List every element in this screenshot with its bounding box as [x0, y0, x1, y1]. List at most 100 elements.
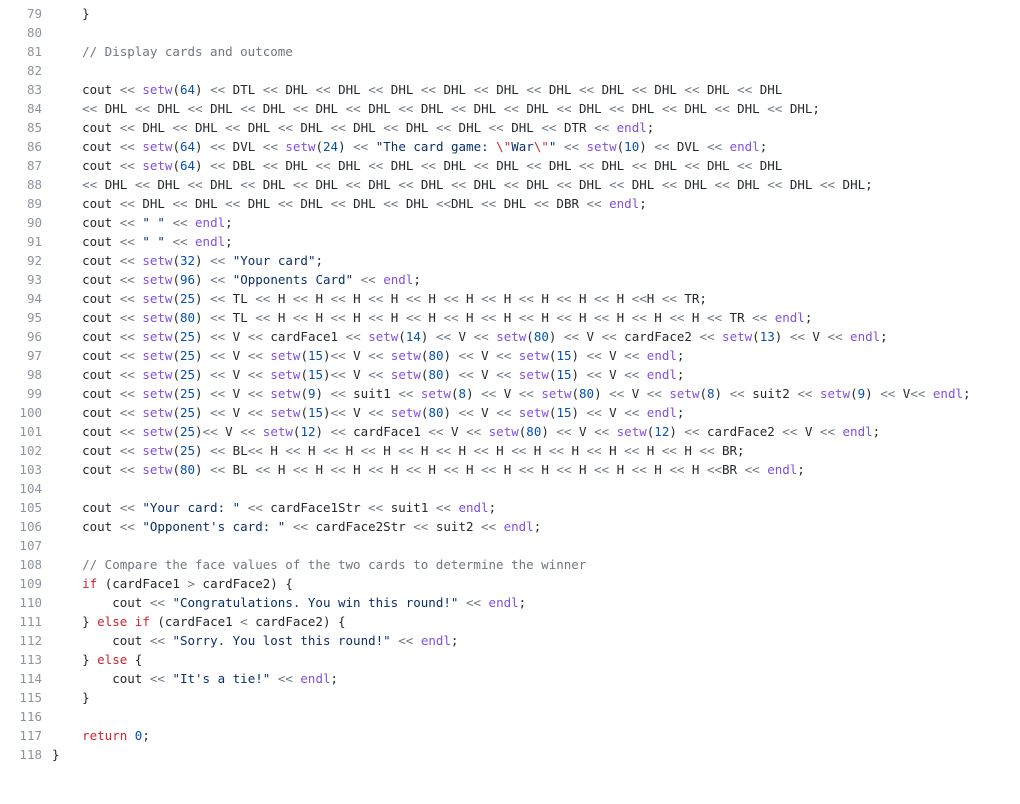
code-line[interactable]: 95 cout << setw(80) << TL << H << H << H…	[0, 308, 1020, 327]
code-editor[interactable]: 79 } 80 81 // Display cards and outcome 82 8…	[0, 0, 1020, 804]
code-line[interactable]: 92 cout << setw(32) << "Your card";	[0, 251, 1020, 270]
code-token: cout	[52, 329, 120, 344]
code-token: <<	[594, 310, 610, 325]
code-token: 80	[526, 424, 542, 439]
code-token: endl	[767, 462, 798, 477]
code-line[interactable]: 106 cout << "Opponent's card: " << cardF…	[0, 517, 1020, 536]
code-line[interactable]: 101 cout << setw(25)<< V << setw(12) << …	[0, 422, 1020, 441]
code-token: H	[676, 443, 700, 458]
code-text: cout << setw(25) << V << setw(15)<< V <<…	[42, 346, 684, 365]
line-number: 82	[26, 63, 42, 78]
code-line[interactable]: 102 cout << setw(25) << BL<< H << H << H…	[0, 441, 1020, 460]
code-token: )	[195, 443, 211, 458]
code-token: <<	[586, 196, 602, 211]
code-line[interactable]: 117 return 0;	[0, 726, 1020, 745]
code-token: endl	[195, 234, 226, 249]
code-token: <<	[383, 196, 399, 211]
line-number: 100	[19, 405, 42, 420]
code-line[interactable]: 116	[0, 707, 1020, 726]
code-token: 14	[405, 329, 421, 344]
code-token: H	[571, 310, 595, 325]
code-token: cout	[52, 234, 120, 249]
code-line[interactable]: 108 // Compare the face values of the tw…	[0, 555, 1020, 574]
code-token: endl	[729, 139, 760, 154]
code-line[interactable]: 88 << DHL << DHL << DHL << DHL << DHL <<…	[0, 175, 1020, 194]
code-line[interactable]: 98 cout << setw(25) << V << setw(15)<< V…	[0, 365, 1020, 384]
line-number: 103	[19, 462, 42, 477]
code-token: V	[579, 329, 602, 344]
code-token: <<	[119, 405, 135, 420]
code-token: <<	[277, 671, 293, 686]
code-line[interactable]: 105 cout << "Your card: " << cardFace1St…	[0, 498, 1020, 517]
code-line[interactable]: 118}	[0, 745, 1020, 764]
code-token: <<	[119, 291, 135, 306]
code-line[interactable]: 80	[0, 23, 1020, 42]
code-token: <<	[262, 82, 278, 97]
code-token: 13	[759, 329, 775, 344]
code-line[interactable]: 84 << DHL << DHL << DHL << DHL << DHL <<…	[0, 99, 1020, 118]
code-token: H	[601, 443, 625, 458]
code-line[interactable]: 85 cout << DHL << DHL << DHL << DHL << D…	[0, 118, 1020, 137]
code-line[interactable]: 110 cout << "Congratulations. You win th…	[0, 593, 1020, 612]
code-token: "Sorry. You lost this round!"	[172, 633, 391, 648]
code-line[interactable]: 96 cout << setw(25) << V << cardFace1 <<…	[0, 327, 1020, 346]
code-line[interactable]: 79 }	[0, 4, 1020, 23]
code-token: BL	[225, 462, 256, 477]
code-line[interactable]: 87 cout << setw(64) << DBL << DHL << DHL…	[0, 156, 1020, 175]
line-number: 110	[19, 595, 42, 610]
code-line[interactable]: 89 cout << DHL << DHL << DHL << DHL << D…	[0, 194, 1020, 213]
code-token: ;	[804, 310, 813, 325]
code-token: <<	[225, 120, 241, 135]
code-token: setw	[142, 139, 173, 154]
code-token: ;	[142, 728, 150, 743]
code-line[interactable]: 114 cout << "It's a tie!" << endl;	[0, 669, 1020, 688]
code-line[interactable]: 109 if (cardFace1 > cardFace2) {	[0, 574, 1020, 593]
code-line[interactable]: 115 }	[0, 688, 1020, 707]
code-line[interactable]: 111 } else if (cardFace1 < cardFace2) {	[0, 612, 1020, 631]
code-token: <<	[609, 177, 625, 192]
code-token: <<	[631, 158, 647, 173]
code-line[interactable]: 99 cout << setw(25) << V << setw(9) << s…	[0, 384, 1020, 403]
code-line[interactable]: 91 cout << " " << endl;	[0, 232, 1020, 251]
code-line[interactable]: 93 cout << setw(96) << "Opponents Card" …	[0, 270, 1020, 289]
line-number: 118	[19, 747, 42, 762]
code-line[interactable]: 104	[0, 479, 1020, 498]
code-token: <<	[202, 424, 218, 439]
code-token: setw	[142, 291, 173, 306]
code-token: 25	[179, 405, 196, 420]
code-token: DHL	[488, 158, 527, 173]
code-line[interactable]: 97 cout << setw(25) << V << setw(15)<< V…	[0, 346, 1020, 365]
code-line[interactable]: 81 // Display cards and outcome	[0, 42, 1020, 61]
code-token: 8	[458, 386, 467, 401]
code-token: <<	[518, 310, 534, 325]
code-token: H	[420, 291, 444, 306]
code-token: ;	[880, 329, 888, 344]
code-line[interactable]: 83 cout << setw(64) << DTL << DHL << DHL…	[0, 80, 1020, 99]
code-line[interactable]: 103 cout << setw(80) << BL << H << H << …	[0, 460, 1020, 479]
code-token: V	[473, 348, 497, 363]
code-token: <<	[315, 158, 331, 173]
code-token: setw	[142, 158, 173, 173]
code-token: (	[451, 386, 459, 401]
line-number: 91	[26, 234, 42, 249]
code-line[interactable]: 107	[0, 536, 1020, 555]
code-token: <<	[262, 139, 278, 154]
code-line[interactable]: 100 cout << setw(25) << V << setw(15)<< …	[0, 403, 1020, 422]
code-line[interactable]: 113 } else {	[0, 650, 1020, 669]
code-token: <<	[435, 329, 452, 344]
code-line[interactable]: 90 cout << " " << endl;	[0, 213, 1020, 232]
code-token: H	[338, 443, 361, 458]
code-token: <<	[435, 196, 452, 211]
code-line[interactable]: 94 cout << setw(25) << TL << H << H << H…	[0, 289, 1020, 308]
code-token: DHL	[752, 82, 783, 97]
code-line[interactable]: 112 cout << "Sorry. You lost this round!…	[0, 631, 1020, 650]
code-line[interactable]: 86 cout << setw(64) << DVL << setw(24) <…	[0, 137, 1020, 156]
line-number: 95	[26, 310, 42, 325]
code-line[interactable]: 82	[0, 61, 1020, 80]
line-number: 94	[26, 291, 42, 306]
code-token: <<	[458, 367, 474, 382]
code-token: )	[420, 329, 436, 344]
